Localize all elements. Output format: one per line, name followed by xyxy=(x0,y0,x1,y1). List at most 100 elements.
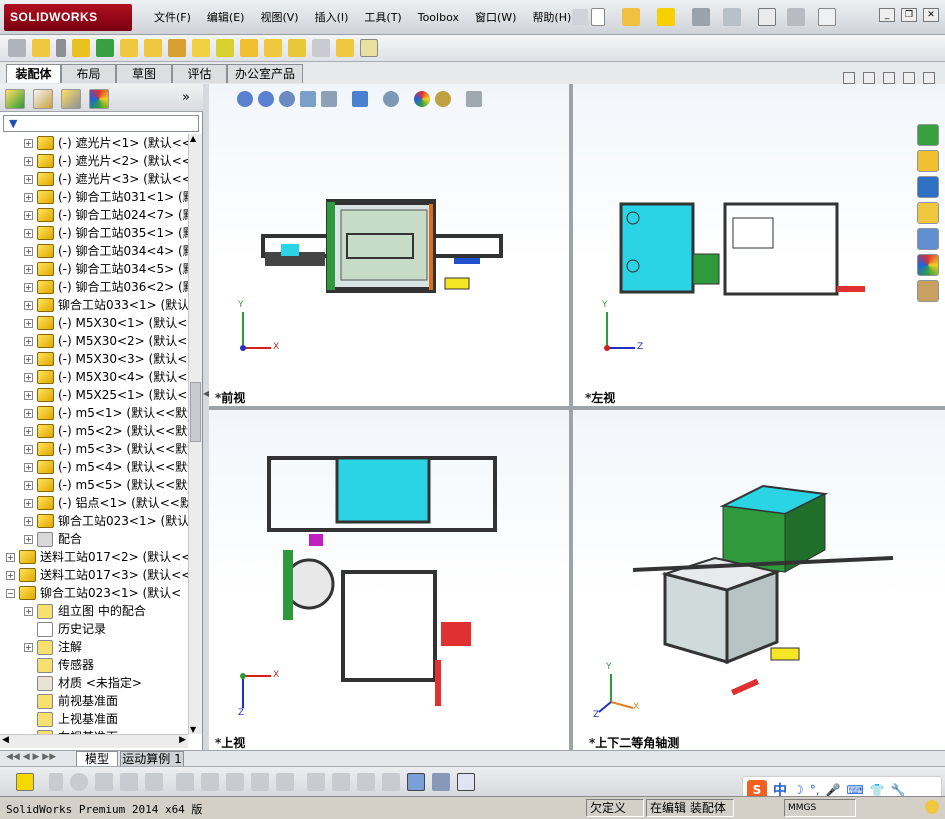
viewport-top[interactable]: X Z *上视 xyxy=(209,410,569,750)
rebuild-icon[interactable] xyxy=(657,8,675,26)
viewport-front[interactable]: Y X *前视 xyxy=(209,84,569,406)
new-document-icon[interactable] xyxy=(591,8,605,26)
expand-icon[interactable]: + xyxy=(24,174,33,184)
expand-icon[interactable]: + xyxy=(24,444,33,454)
trim-entities-icon[interactable] xyxy=(176,773,194,791)
expand-icon[interactable]: + xyxy=(24,336,33,346)
microphone-icon[interactable]: 🎤 xyxy=(826,783,841,797)
expand-icon[interactable]: + xyxy=(24,156,33,166)
exploded-view-icon[interactable] xyxy=(288,39,306,57)
shaded-display-icon[interactable] xyxy=(407,773,425,791)
tree-item[interactable]: + (-) 铆合工站024<7> (默 xyxy=(24,206,188,224)
options-icon[interactable] xyxy=(787,8,805,26)
view-orientation-icon[interactable] xyxy=(352,91,368,107)
expand-icon[interactable]: + xyxy=(24,354,33,364)
skin-icon[interactable]: 👕 xyxy=(870,783,885,797)
restore-icon[interactable]: ❐ xyxy=(901,8,917,22)
expand-chevron-icon[interactable]: » xyxy=(182,90,190,105)
expand-icon[interactable]: + xyxy=(24,318,33,328)
expand-icon[interactable]: + xyxy=(24,534,33,544)
viewport-restore-icon[interactable] xyxy=(903,72,915,84)
tree-item[interactable]: + (-) 铆合工站035<1> (默 xyxy=(24,224,188,242)
smart-fasteners-icon[interactable] xyxy=(96,39,114,57)
tree-item[interactable]: + 送料工站017<3> (默认<< xyxy=(6,566,188,584)
expand-icon[interactable]: + xyxy=(24,228,33,238)
menu-insert[interactable]: 插入(I) xyxy=(307,9,357,27)
moon-icon[interactable]: ☽ xyxy=(793,783,804,797)
mirror-entities-icon[interactable] xyxy=(276,773,294,791)
tree-item[interactable]: + (-) M5X30<2> (默认<<默 xyxy=(24,332,188,350)
tree-item[interactable]: + (-) 铝点<1> (默认<<默 xyxy=(24,494,188,512)
close-icon[interactable]: ✕ xyxy=(923,8,939,22)
display-style-icon[interactable] xyxy=(383,91,399,107)
tree-item[interactable]: +上视基准面 xyxy=(24,710,118,728)
home-icon[interactable] xyxy=(917,150,939,172)
scroll-down-icon[interactable]: ▼ xyxy=(190,725,196,734)
feature-tree-icon[interactable] xyxy=(5,89,25,109)
tab-motion-study[interactable]: 运动算例 1 xyxy=(120,751,184,767)
3d-sketch-icon[interactable] xyxy=(382,773,400,791)
menu-view[interactable]: 视图(V) xyxy=(252,9,306,27)
undo-icon[interactable] xyxy=(723,8,741,26)
smart-dimension-icon[interactable] xyxy=(332,773,350,791)
expand-icon[interactable]: + xyxy=(24,138,33,148)
appearance-icon[interactable] xyxy=(414,91,430,107)
section-view-icon[interactable] xyxy=(300,91,316,107)
tree-item[interactable]: + (-) 遮光片<3> (默认<< xyxy=(24,170,188,188)
new-motion-study-icon[interactable] xyxy=(240,39,258,57)
expand-icon[interactable]: − xyxy=(6,588,15,598)
tab-model[interactable]: 模型 xyxy=(76,751,118,767)
expand-icon[interactable]: + xyxy=(24,642,33,652)
tree-item[interactable]: + (-) m5<3> (默认<<默认 xyxy=(24,440,188,458)
menu-edit[interactable]: 编辑(E) xyxy=(199,9,253,27)
expand-icon[interactable]: + xyxy=(24,300,33,310)
move-component-icon[interactable] xyxy=(120,39,138,57)
help-icon[interactable] xyxy=(818,8,836,26)
solidworks-resources-icon[interactable] xyxy=(917,124,939,146)
open-folder-icon[interactable] xyxy=(622,8,640,26)
tree-item[interactable]: + (-) M5X30<3> (默认<<默 xyxy=(24,350,188,368)
zoom-to-fit-icon[interactable] xyxy=(237,91,253,107)
tree-horizontal-scrollbar[interactable]: ◀ ▶ xyxy=(0,734,188,748)
bill-of-materials-icon[interactable] xyxy=(264,39,282,57)
tree-item[interactable]: + (-) 遮光片<1> (默认<< xyxy=(24,134,188,152)
configuration-manager-icon[interactable] xyxy=(61,89,81,109)
menu-file[interactable]: 文件(F) xyxy=(146,9,199,27)
tab-scroll-icon[interactable]: ◀◀ ◀ ▶ ▶▶ xyxy=(6,752,56,762)
tree-item[interactable]: − 铆合工站023<1> (默认< xyxy=(6,584,181,602)
tree-item[interactable]: + 铆合工站023<1> (默认< xyxy=(24,512,188,530)
expand-icon[interactable]: + xyxy=(24,282,33,292)
tree-item[interactable]: + 送料工站017<2> (默认<< xyxy=(6,548,188,566)
previous-view-icon[interactable] xyxy=(279,91,295,107)
tree-item[interactable]: + (-) M5X30<1> (默认<<默 xyxy=(24,314,188,332)
point-icon[interactable] xyxy=(49,773,63,791)
tree-item[interactable]: +前视基准面 xyxy=(24,692,118,710)
tab-evaluate[interactable]: 评估 xyxy=(172,64,227,83)
extend-entities-icon[interactable] xyxy=(201,773,219,791)
tree-item[interactable]: + 配合 xyxy=(24,530,82,548)
solidworks-logo[interactable]: SOLIDWORKS xyxy=(4,4,132,31)
expand-icon[interactable]: + xyxy=(24,372,33,382)
appearances-scenes-icon[interactable] xyxy=(917,254,939,276)
insert-component-icon[interactable] xyxy=(8,39,26,57)
expand-icon[interactable]: + xyxy=(24,264,33,274)
view-palette-icon[interactable] xyxy=(917,228,939,250)
expand-icon[interactable]: + xyxy=(24,606,33,616)
scroll-left-icon[interactable]: ◀ xyxy=(2,735,9,745)
expand-icon[interactable]: + xyxy=(24,516,33,526)
menu-tools[interactable]: 工具(T) xyxy=(356,9,409,27)
expand-icon[interactable]: + xyxy=(6,570,15,580)
tab-assembly[interactable]: 装配体 xyxy=(6,64,61,83)
graphics-area[interactable]: Y X *前视 Y Z *左视 X Z *上视 Y X Z *上下二等角轴测 xyxy=(209,72,945,750)
expand-icon[interactable]: + xyxy=(24,192,33,202)
scroll-thumb[interactable] xyxy=(190,382,201,442)
scroll-up-icon[interactable]: ▲ xyxy=(190,134,196,143)
pin-icon[interactable] xyxy=(572,9,588,25)
grid-icon[interactable] xyxy=(357,773,375,791)
filter-icon[interactable]: ▼ xyxy=(9,117,17,130)
mate-icon[interactable] xyxy=(56,39,66,57)
keyboard-icon[interactable]: ⌨ xyxy=(847,783,864,797)
tree-item[interactable]: +传感器 xyxy=(24,656,94,674)
offset-entities-icon[interactable] xyxy=(226,773,244,791)
circle-icon[interactable] xyxy=(70,773,88,791)
